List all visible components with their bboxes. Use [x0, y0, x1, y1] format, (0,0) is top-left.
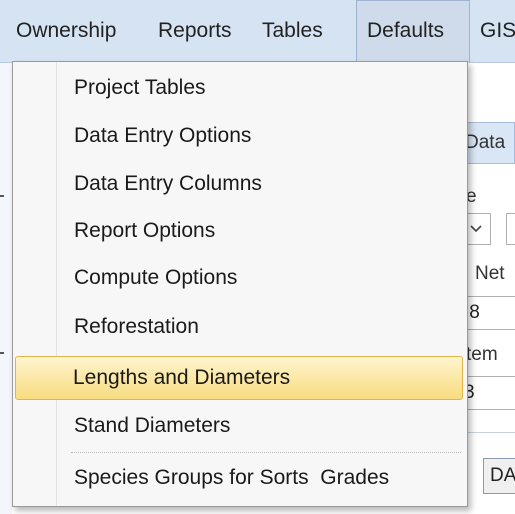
menu-item-reforestation[interactable]: Reforestation: [16, 305, 464, 349]
menu-item-label: Compute Options: [74, 266, 238, 289]
menu-bar: Ownership Reports Tables Defaults GIS: [0, 0, 515, 63]
menu-ownership[interactable]: Ownership: [16, 0, 116, 62]
menu-item-project-tables[interactable]: Project Tables: [16, 66, 464, 110]
data-tab[interactable]: Data: [462, 122, 515, 164]
menu-item-species-groups-for-sorts-grades[interactable]: Species Groups for Sorts Grades: [16, 456, 464, 500]
menu-item-label: Reforestation: [74, 315, 199, 338]
menu-item-label: Project Tables: [74, 76, 206, 99]
background-divider: [461, 432, 515, 433]
background-tick: [0, 195, 4, 197]
da-button[interactable]: DA: [483, 458, 515, 494]
menu-tables[interactable]: Tables: [262, 0, 323, 62]
menu-item-label: Report Options: [74, 219, 216, 242]
menu-item-label: Data Entry Columns: [74, 172, 262, 195]
field-label-item: tem: [466, 344, 498, 365]
menu-item-label: Stand Diameters: [74, 414, 231, 437]
menu-item-stand-diameters[interactable]: Stand Diameters: [16, 404, 464, 448]
menu-reports[interactable]: Reports: [158, 0, 232, 62]
menu-item-compute-options[interactable]: Compute Options: [16, 256, 464, 300]
field-label-net: Net: [475, 263, 505, 284]
defaults-dropdown-menu: Project Tables Data Entry Options Data E…: [12, 61, 468, 507]
background-tick: [0, 352, 4, 354]
menu-item-label: Data Entry Options: [74, 124, 252, 147]
menu-separator: [71, 452, 461, 453]
menu-item-label: Lengths and Diameters: [73, 366, 291, 389]
menu-item-report-options[interactable]: Report Options: [16, 209, 464, 253]
net-value-field[interactable]: .8: [461, 296, 515, 330]
dropdown-combo-2[interactable]: [506, 213, 515, 245]
menu-gis[interactable]: GIS: [480, 0, 515, 62]
menu-item-lengths-and-diameters[interactable]: Lengths and Diameters: [15, 356, 463, 400]
item-value-field[interactable]: 3: [461, 376, 515, 410]
menu-item-data-entry-columns[interactable]: Data Entry Columns: [16, 162, 464, 206]
menu-defaults[interactable]: Defaults: [356, 0, 470, 62]
menu-item-data-entry-options[interactable]: Data Entry Options: [16, 114, 464, 158]
background-left-strip: [0, 63, 12, 514]
menu-item-label: Species Groups for Sorts Grades: [74, 466, 390, 489]
